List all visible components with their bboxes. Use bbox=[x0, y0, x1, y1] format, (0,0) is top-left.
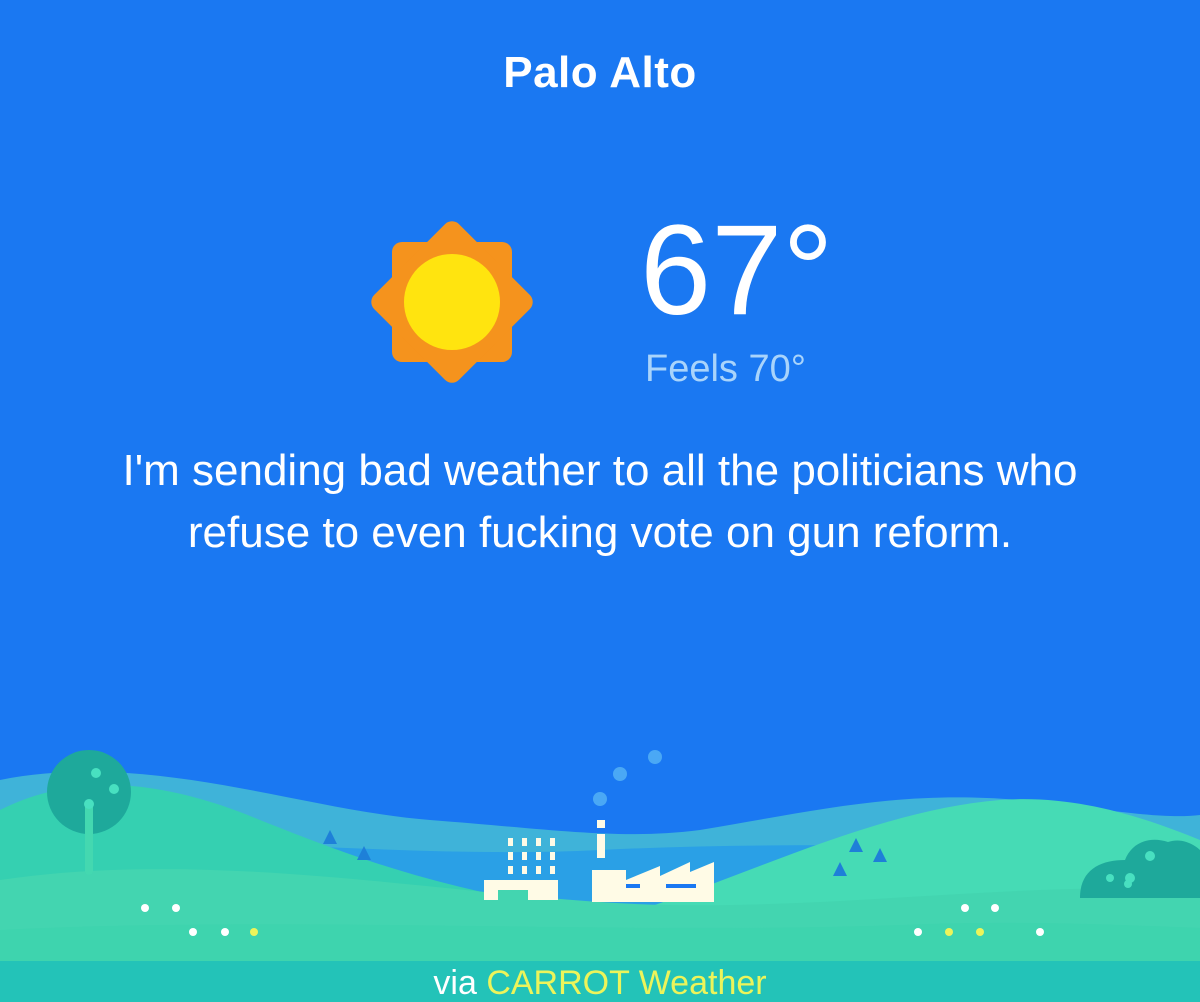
weather-screen: Palo Alto 67° Feels 70° I'm sending bad … bbox=[0, 0, 1200, 1002]
sun-icon bbox=[371, 221, 533, 383]
brand-link[interactable]: CARROT Weather bbox=[486, 964, 766, 1002]
city-name: Palo Alto bbox=[503, 48, 697, 97]
feels-like: Feels 70° bbox=[645, 348, 806, 390]
attribution-footer[interactable]: via CARROT Weather bbox=[0, 961, 1200, 1002]
temperature: 67° bbox=[640, 199, 834, 342]
weather-message: I'm sending bad weather to all the polit… bbox=[122, 446, 1078, 557]
attribution-prefix: via bbox=[433, 964, 487, 1002]
